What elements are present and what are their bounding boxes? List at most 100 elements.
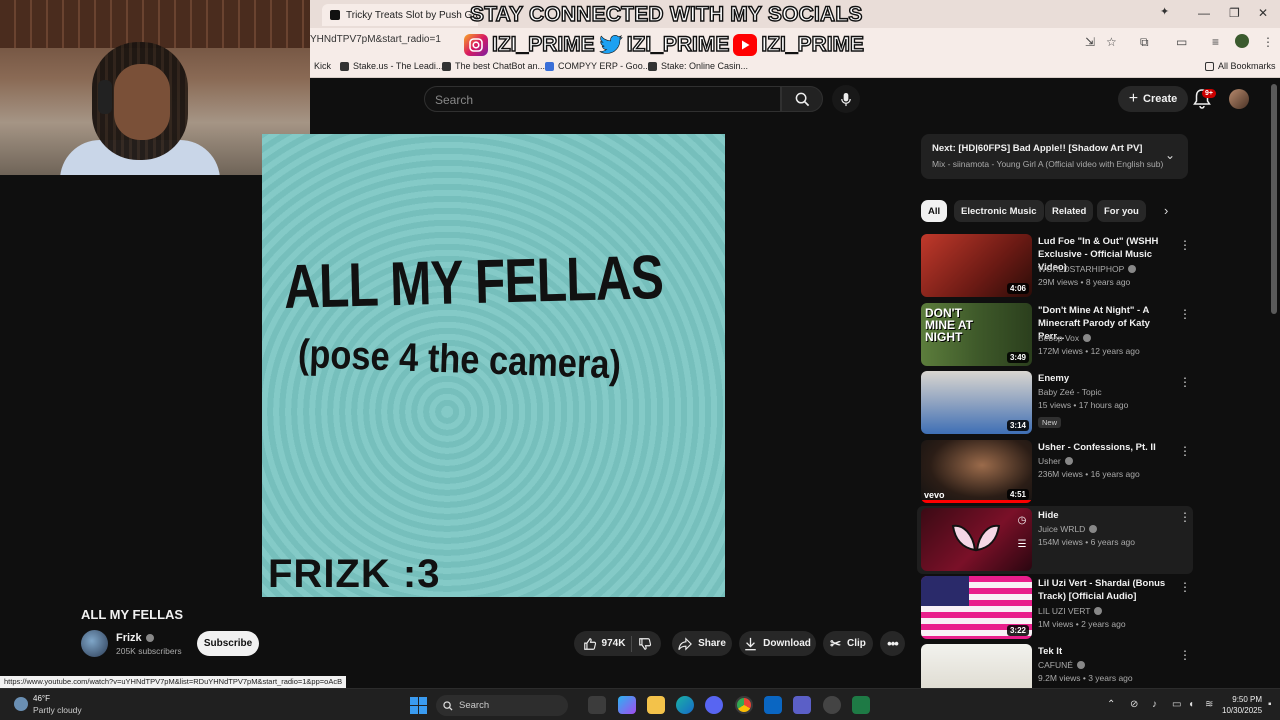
clock-time: 9:50 PM — [1232, 695, 1263, 704]
clip-button[interactable]: ✂ Clip — [823, 631, 873, 656]
copilot-icon[interactable] — [618, 696, 636, 714]
video-thumbnail: DON'T MINE AT NIGHT 3:49 — [921, 303, 1032, 366]
recommendation-item[interactable]: Tek It CAFUNÉ 9.2M views • 3 years ago ⋮ — [921, 644, 1191, 688]
up-next-panel[interactable]: Next: [HD|60FPS] Bad Apple!! [Shadow Art… — [921, 134, 1188, 179]
like-button[interactable]: 974K — [583, 637, 625, 651]
reading-list-icon[interactable]: ≡ — [1212, 35, 1219, 49]
chip-for-you[interactable]: For you — [1097, 200, 1146, 222]
obs-icon[interactable] — [823, 696, 841, 714]
bookmark-item[interactable]: Stake: Online Casin... — [648, 61, 748, 71]
video-thumbnail: 4:06 — [921, 234, 1032, 297]
chip-all[interactable]: All — [921, 200, 948, 222]
bookmark-star-icon[interactable]: ☆ — [1106, 35, 1117, 49]
more-vertical-icon[interactable]: ⋮ — [1179, 510, 1191, 524]
store-icon[interactable] — [764, 696, 782, 714]
chevron-up-icon[interactable]: ⌃ — [1107, 699, 1115, 710]
windows-start-icon[interactable] — [410, 697, 427, 714]
weather-description[interactable]: Partly cloudy — [33, 705, 82, 715]
rec-channel: CAFUNÉ — [1038, 660, 1085, 670]
page-scrollbar[interactable] — [1271, 84, 1277, 314]
teams-icon[interactable] — [793, 696, 811, 714]
instagram-handle: IZI_PRIME — [491, 32, 595, 56]
install-app-icon[interactable]: ⇲ — [1085, 35, 1095, 49]
recommendation-item[interactable]: ◷ ☰ Hide Juice WRLD 154M views • 6 years… — [917, 506, 1193, 574]
duration-badge: 4:51 — [1006, 489, 1029, 500]
menu-dots-icon[interactable]: ⋮ — [1262, 35, 1274, 49]
video-player[interactable]: ALL MY FELLAS (pose 4 the camera) FRIZK … — [262, 134, 725, 597]
search-input[interactable]: Search — [424, 86, 781, 112]
speaker-icon[interactable]: ◖ — [1188, 699, 1194, 710]
chevron-right-icon[interactable]: › — [1164, 203, 1168, 218]
rec-meta: 236M views • 16 years ago — [1038, 469, 1140, 479]
weather-icon[interactable] — [14, 697, 28, 711]
more-actions-button[interactable]: ••• — [880, 631, 905, 656]
recommendation-item[interactable]: 4:06 Lud Foe "In & Out" (WSHH Exclusive … — [921, 234, 1191, 298]
more-vertical-icon[interactable]: ⋮ — [1179, 375, 1191, 389]
thumbnail-text: vevo — [924, 490, 945, 500]
bookmark-item[interactable]: COMPYY ERP - Goo... — [545, 61, 650, 71]
more-vertical-icon[interactable]: ⋮ — [1179, 238, 1191, 252]
address-bar[interactable]: YHNdTPV7pM&start_radio=1 — [310, 34, 441, 45]
like-divider — [631, 635, 633, 652]
recommendation-item[interactable]: 3:14 Enemy Baby Zeé - Topic 15 views • 1… — [921, 371, 1191, 435]
video-thumbnail — [921, 644, 1032, 688]
recommendation-item[interactable]: DON'T MINE AT NIGHT 3:49 "Don't Mine At … — [921, 303, 1191, 367]
channel-avatar[interactable] — [81, 630, 108, 657]
app-icon[interactable] — [852, 696, 870, 714]
profile-avatar-icon[interactable] — [1235, 34, 1249, 48]
system-clock[interactable]: 9:50 PM 10/30/2025 — [1222, 694, 1262, 716]
discord-icon[interactable] — [705, 696, 723, 714]
file-explorer-icon[interactable] — [647, 696, 665, 714]
search-icon — [795, 92, 809, 106]
channel-name[interactable]: Frizk — [116, 632, 154, 644]
task-view-icon[interactable] — [588, 696, 606, 714]
notification-center-icon[interactable]: ▪ — [1268, 699, 1272, 710]
bookmark-item[interactable]: Stake.us - The Leadi... — [340, 61, 443, 71]
maximize-icon[interactable]: ❐ — [1229, 6, 1240, 20]
socials-banner-line1: STAY CONNECTED WITH MY SOCIALS — [469, 2, 863, 26]
cast-icon[interactable]: ▭ — [1176, 35, 1187, 49]
voice-search-button[interactable] — [832, 85, 860, 113]
create-button[interactable]: + Create — [1118, 86, 1188, 112]
weather-temperature[interactable]: 46°F — [33, 694, 50, 703]
more-vertical-icon[interactable]: ⋮ — [1179, 444, 1191, 458]
network-off-icon[interactable]: ⊘ — [1130, 699, 1138, 710]
scissors-icon: ✂ — [830, 635, 841, 651]
user-avatar[interactable] — [1229, 89, 1249, 109]
download-button[interactable]: Download — [739, 631, 816, 656]
watch-later-icon[interactable]: ◷ — [1014, 512, 1030, 528]
more-vertical-icon[interactable]: ⋮ — [1179, 580, 1191, 594]
share-button[interactable]: Share — [672, 631, 732, 656]
up-next-title: Next: [HD|60FPS] Bad Apple!! [Shadow Art… — [932, 143, 1143, 154]
download-icon — [745, 637, 756, 650]
chip-related[interactable]: Related — [1045, 200, 1094, 222]
more-vertical-icon[interactable]: ⋮ — [1179, 648, 1191, 662]
chip-electronic-music[interactable]: Electronic Music — [954, 200, 1044, 222]
browser-tab[interactable]: Tricky Treats Slot by Push Gami — [322, 4, 478, 26]
mic-tray-icon[interactable]: ♪ — [1152, 699, 1157, 710]
thumbs-down-icon[interactable] — [638, 637, 652, 651]
recommendation-item[interactable]: vevo 4:51 Usher - Confessions, Pt. II Us… — [921, 440, 1191, 504]
rec-meta: 1M views • 2 years ago — [1038, 619, 1126, 629]
bookmark-item[interactable]: Kick — [314, 61, 331, 71]
recommendation-item[interactable]: 3:22 Lil Uzi Vert - Shardai (Bonus Track… — [921, 576, 1191, 640]
duration-badge: 3:49 — [1006, 352, 1029, 363]
taskbar-search[interactable]: Search — [436, 695, 568, 716]
chrome-icon[interactable] — [735, 696, 753, 714]
edge-icon[interactable] — [676, 696, 694, 714]
minimize-icon[interactable]: — — [1198, 6, 1210, 20]
verified-icon — [1064, 457, 1073, 465]
gemini-sparkle-icon[interactable]: ✦ — [1160, 5, 1169, 18]
subscribe-button[interactable]: Subscribe — [197, 631, 259, 656]
rec-title: Usher - Confessions, Pt. II — [1038, 442, 1156, 453]
bookmark-item[interactable]: The best ChatBot an... — [442, 61, 545, 71]
extensions-icon[interactable]: ⧉ — [1140, 35, 1149, 50]
search-button[interactable] — [781, 86, 823, 112]
chevron-down-icon[interactable]: ⌄ — [1165, 148, 1175, 162]
add-to-queue-icon[interactable]: ☰ — [1014, 536, 1030, 552]
display-icon[interactable]: ▭ — [1172, 699, 1181, 710]
close-window-icon[interactable]: ✕ — [1258, 6, 1268, 20]
more-vertical-icon[interactable]: ⋮ — [1179, 307, 1191, 321]
all-bookmarks[interactable]: All Bookmarks — [1205, 61, 1276, 71]
wifi-icon[interactable]: ≋ — [1205, 699, 1213, 710]
